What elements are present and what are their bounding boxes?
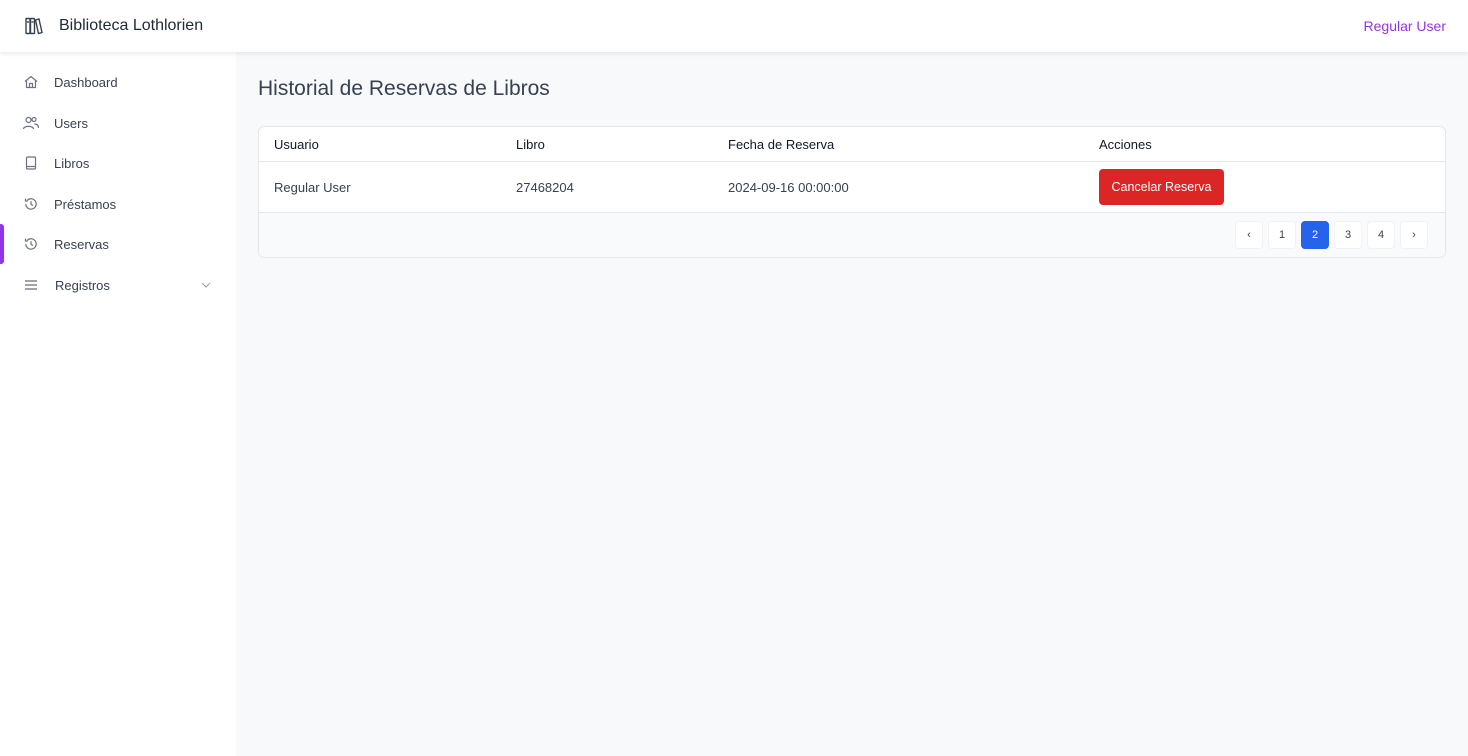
sidebar-item-dashboard[interactable]: Dashboard (0, 62, 236, 102)
book-icon (22, 154, 40, 172)
home-icon (22, 73, 40, 91)
pagination-page-3[interactable]: 3 (1334, 221, 1362, 249)
sidebar-item-label: Registros (55, 277, 110, 293)
sidebar-item-prestamos[interactable]: Préstamos (0, 184, 236, 224)
sidebar-item-reservas[interactable]: Reservas (0, 224, 236, 264)
sidebar-item-label: Dashboard (54, 74, 118, 90)
menu-icon (22, 276, 40, 294)
page-title: Historial de Reservas de Libros (258, 77, 550, 100)
column-header-acciones: Acciones (1099, 137, 1152, 152)
pagination-page-2[interactable]: 2 (1301, 221, 1329, 249)
cell-fecha: 2024-09-16 00:00:00 (728, 180, 849, 195)
books-icon (24, 16, 44, 36)
column-header-libro: Libro (516, 137, 545, 152)
table-row: Regular User 27468204 2024-09-16 00:00:0… (259, 162, 1445, 213)
brand[interactable]: Biblioteca Lothlorien (24, 16, 203, 36)
pagination-prev-button[interactable]: ‹ (1235, 221, 1263, 249)
cell-libro: 27468204 (516, 180, 574, 195)
history-icon (22, 235, 40, 253)
cancel-reservation-button[interactable]: Cancelar Reserva (1099, 169, 1224, 205)
column-header-fecha: Fecha de Reserva (728, 137, 835, 152)
user-menu-link[interactable]: Regular User (1364, 18, 1446, 34)
column-header-usuario: Usuario (274, 137, 319, 152)
users-icon (22, 114, 40, 132)
sidebar-item-users[interactable]: Users (0, 103, 236, 143)
brand-title: Biblioteca Lothlorien (59, 17, 204, 34)
sidebar-item-label: Libros (54, 155, 90, 171)
history-icon (22, 195, 40, 213)
sidebar-item-label: Préstamos (54, 196, 117, 212)
top-bar: Biblioteca Lothlorien Regular User (0, 0, 1468, 52)
sidebar-item-registros[interactable]: Registros (0, 265, 236, 305)
pagination-page-4[interactable]: 4 (1367, 221, 1395, 249)
chevron-down-icon[interactable] (199, 278, 213, 292)
sidebar-item-label: Reservas (54, 236, 109, 252)
table-header: Usuario Libro Fecha de Reserva Acciones (259, 127, 1445, 162)
cell-usuario: Regular User (274, 180, 351, 195)
pagination-page-1[interactable]: 1 (1268, 221, 1296, 249)
reservations-table-card: Usuario Libro Fecha de Reserva Acciones … (258, 126, 1446, 258)
sidebar-item-label: Users (54, 115, 88, 131)
pagination-next-button[interactable]: › (1400, 221, 1428, 249)
sidebar-item-libros[interactable]: Libros (0, 143, 236, 183)
pagination: ‹ 1 2 3 4 › (259, 213, 1445, 257)
sidebar: Dashboard Users Libros Préstamos Reserva… (0, 52, 236, 756)
